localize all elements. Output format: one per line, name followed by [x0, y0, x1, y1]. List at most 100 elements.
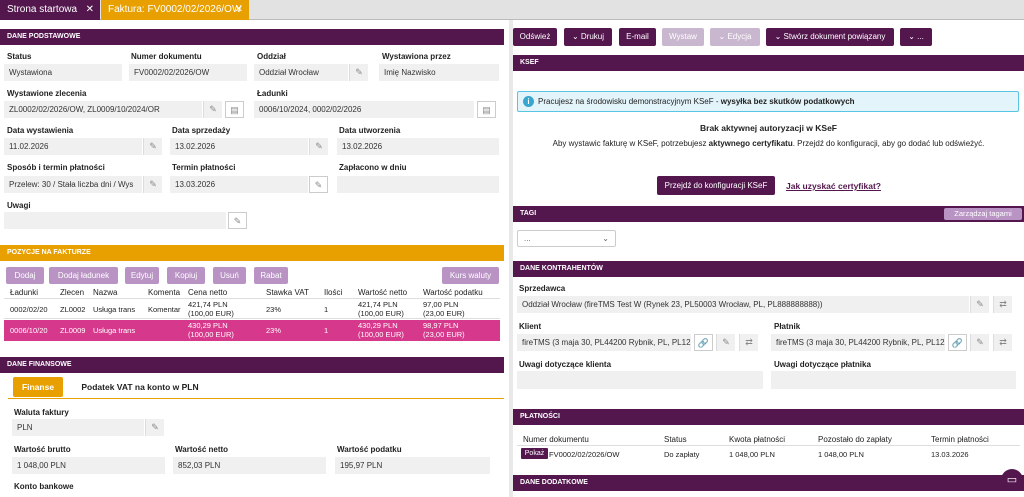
payer-notes-field[interactable]: [771, 371, 1016, 389]
certificate-link[interactable]: Jak uzyskać certyfikat?: [786, 181, 881, 191]
edit-icon[interactable]: ✎: [970, 296, 989, 313]
more-button[interactable]: ⌄ ...: [900, 28, 932, 46]
chat-icon[interactable]: ▭: [1001, 469, 1023, 491]
tab-vat[interactable]: Podatek VAT na konto w PLN: [70, 377, 210, 397]
edit-dropdown-button[interactable]: ⌄ Edycja: [710, 28, 760, 46]
column-divider: [509, 20, 513, 497]
edit-icon[interactable]: ✎: [228, 212, 247, 229]
print-label: Drukuj: [580, 32, 605, 41]
refresh-button[interactable]: Odśwież: [513, 28, 557, 46]
table-row: Pokaż FV0002/02/2026/OW Do zapłaty 1 048…: [517, 447, 1020, 461]
edit-icon[interactable]: ✎: [716, 334, 735, 351]
currency-label: Waluta faktury: [14, 408, 69, 417]
client-label: Klient: [519, 322, 542, 331]
add-load-button[interactable]: Dodaj ładunek: [49, 267, 118, 284]
table-divider: [517, 445, 1020, 446]
client-notes-field[interactable]: [517, 371, 763, 389]
link-icon[interactable]: 🔗: [948, 334, 967, 351]
col-header[interactable]: Nazwa: [93, 288, 143, 297]
print-button[interactable]: ⌄ Drukuj: [564, 28, 612, 46]
info-text-bold: wysyłka bez skutków podatkowych: [720, 97, 855, 106]
cell: (23,00 EUR): [423, 330, 465, 339]
col-header[interactable]: Ładunki: [10, 288, 54, 297]
payer-field[interactable]: fireTMS (3 maja 30, PL44200 Rybnik, PL, …: [771, 334, 945, 351]
tab-invoice[interactable]: Faktura: FV0002/02/2026/OW ✕: [101, 0, 249, 20]
edit-icon[interactable]: ✎: [349, 64, 368, 81]
edit-icon[interactable]: ✎: [203, 101, 222, 118]
link-icon[interactable]: 🔗: [694, 334, 713, 351]
tab-start[interactable]: Strona startowa ✕: [0, 0, 100, 20]
edit-icon[interactable]: ✎: [145, 419, 164, 436]
calendar-icon[interactable]: ✎: [309, 176, 328, 193]
calendar-icon[interactable]: ✎: [309, 138, 328, 155]
delete-button[interactable]: Usuń: [213, 267, 246, 284]
chevron-down-icon: ⌄: [571, 32, 581, 41]
cell: FV0002/02/2026/OW: [549, 450, 620, 459]
swap-icon[interactable]: ⇄: [739, 334, 758, 351]
info-text: Pracujesz na środowisku demonstracyjnym …: [538, 97, 721, 106]
col-header[interactable]: Wartość podatku: [423, 288, 499, 297]
chevron-down-icon: ⌄: [774, 32, 784, 41]
issue-button[interactable]: Wystaw: [662, 28, 704, 46]
payment-field[interactable]: Przelew: 30 / Stała liczba dni / Wys: [4, 176, 142, 193]
cell: ZL0009: [60, 326, 86, 335]
col-header[interactable]: Wartość netto: [358, 288, 418, 297]
close-icon[interactable]: ✕: [235, 0, 243, 20]
client-field[interactable]: fireTMS (3 maja 30, PL44200 Rybnik, PL, …: [517, 334, 691, 351]
calendar-icon[interactable]: ✎: [143, 138, 162, 155]
table-row-selected[interactable]: 0006/10/20 ZL0009 Usługa trans 430,29 PL…: [4, 320, 500, 341]
tags-select[interactable]: ... ⌄: [517, 230, 616, 247]
loads-field: 0006/10/2024, 0002/02/2026: [254, 101, 474, 118]
section-finance-header: DANE FINANSOWE: [0, 357, 504, 373]
edit-label: Edycja: [727, 32, 752, 41]
tab-divider: [8, 398, 504, 399]
create-related-button[interactable]: ⌄ Stwórz dokument powiązany: [766, 28, 894, 46]
email-button[interactable]: E-mail: [619, 28, 656, 46]
ksef-msg-2: . Przejdź do konfiguracji, aby go dodać …: [792, 139, 985, 148]
col-header[interactable]: Zlecen: [60, 288, 90, 297]
edit-icon[interactable]: ✎: [970, 334, 989, 351]
edit-button[interactable]: Edytuj: [125, 267, 159, 284]
swap-icon[interactable]: ⇄: [993, 296, 1012, 313]
seller-field: Oddział Wrocław (fireTMS Test W (Rynek 2…: [517, 296, 969, 313]
add-button[interactable]: Dodaj: [6, 267, 44, 284]
edit-icon[interactable]: ✎: [143, 176, 162, 193]
cell: 0006/10/20: [10, 326, 48, 335]
net-label: Wartość netto: [175, 445, 229, 454]
col-header[interactable]: Cena netto: [188, 288, 248, 297]
cell: 98,97 PLN: [423, 321, 459, 330]
currency-field[interactable]: PLN: [12, 419, 144, 436]
notes-label: Uwagi: [7, 201, 31, 210]
ksef-config-button[interactable]: Przejdź do konfiguracji KSeF: [657, 176, 775, 195]
col-header[interactable]: Ilości: [324, 288, 352, 297]
saledate-field[interactable]: 13.02.2026: [170, 138, 308, 155]
document-icon[interactable]: ▤: [477, 101, 496, 118]
branch-field: Oddział Wrocław: [254, 64, 348, 81]
cell: 1 048,00 PLN: [729, 450, 775, 459]
col-header[interactable]: Stawka VAT: [266, 288, 316, 297]
cell: 97,00 PLN: [423, 300, 459, 309]
cell: (100,00 EUR): [188, 309, 234, 318]
currency-rate-button[interactable]: Kurs waluty: [442, 267, 499, 284]
notes-field[interactable]: [4, 212, 226, 229]
cell: Usługa trans: [93, 305, 136, 314]
issuedate-label: Data wystawienia: [7, 126, 74, 135]
paid-field[interactable]: [337, 176, 499, 193]
term-field[interactable]: 13.03.2026: [170, 176, 308, 193]
swap-icon[interactable]: ⇄: [993, 334, 1012, 351]
issuedate-field[interactable]: 11.02.2026: [4, 138, 142, 155]
table-row[interactable]: 0002/02/20 ZL0002 Usługa trans Komentar …: [4, 298, 500, 319]
status-label: Status: [7, 52, 32, 61]
tab-finance[interactable]: Finanse: [13, 377, 63, 397]
section-items-header: POZYCJE NA FAKTURZE: [0, 245, 504, 261]
manage-tags-button[interactable]: Zarządzaj tagami: [944, 208, 1022, 220]
createdate-field: 13.02.2026: [337, 138, 499, 155]
ksef-message: Aby wystawic fakturę w KSeF, potrzebujes…: [513, 139, 1024, 148]
client-notes-label: Uwagi dotyczące klienta: [519, 360, 612, 369]
document-icon[interactable]: ▤: [225, 101, 244, 118]
discount-button[interactable]: Rabat: [254, 267, 288, 284]
show-button[interactable]: Pokaż: [521, 448, 548, 459]
copy-button[interactable]: Kopiuj: [167, 267, 205, 284]
col-header[interactable]: Komenta: [148, 288, 182, 297]
close-icon[interactable]: ✕: [86, 0, 94, 20]
